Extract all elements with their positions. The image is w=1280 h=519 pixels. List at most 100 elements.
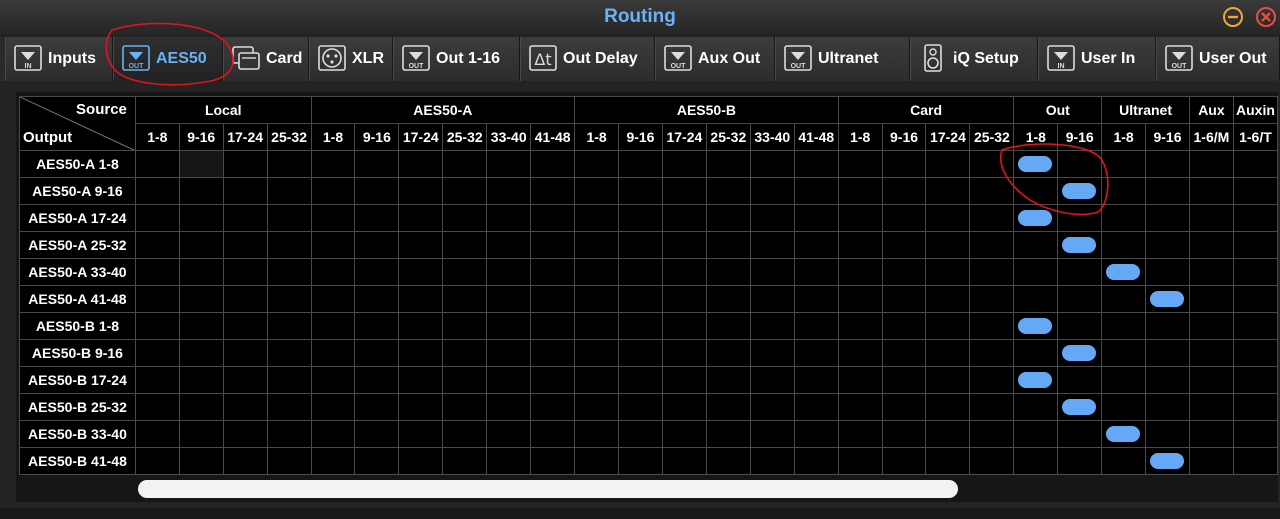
routing-cell[interactable]: [486, 285, 532, 313]
routing-cell[interactable]: [310, 339, 356, 367]
routing-cell[interactable]: [1232, 447, 1279, 475]
routing-cell[interactable]: [1188, 231, 1234, 259]
routing-cell[interactable]: [530, 339, 576, 367]
route-selected-indicator[interactable]: [1106, 264, 1141, 280]
routing-cell[interactable]: [486, 420, 532, 448]
routing-cell[interactable]: [574, 420, 619, 448]
routing-cell[interactable]: [881, 393, 927, 421]
routing-cell[interactable]: [1145, 366, 1190, 394]
routing-cell[interactable]: [178, 447, 224, 475]
routing-cell[interactable]: [222, 420, 268, 448]
routing-cell[interactable]: [1232, 420, 1279, 448]
routing-cell[interactable]: [134, 258, 180, 286]
routing-cell[interactable]: [705, 285, 751, 313]
routing-cell[interactable]: [618, 285, 663, 313]
routing-cell[interactable]: [705, 393, 751, 421]
routing-cell[interactable]: [925, 447, 971, 475]
routing-cell[interactable]: [266, 231, 312, 259]
routing-cell[interactable]: [1232, 312, 1279, 340]
routing-cell[interactable]: [793, 366, 839, 394]
routing-cell[interactable]: [134, 231, 180, 259]
routing-cell[interactable]: [749, 285, 795, 313]
routing-cell[interactable]: [310, 204, 356, 232]
routing-cell[interactable]: [881, 366, 927, 394]
routing-cell[interactable]: [661, 177, 707, 205]
routing-cell[interactable]: [1188, 204, 1234, 232]
routing-cell[interactable]: [969, 420, 1015, 448]
routing-cell[interactable]: [749, 420, 795, 448]
routing-cell[interactable]: [134, 339, 180, 367]
route-selected-indicator[interactable]: [1106, 426, 1141, 442]
tab-iq-setup[interactable]: iQ Setup: [910, 37, 1038, 81]
routing-cell[interactable]: [442, 177, 488, 205]
routing-cell[interactable]: [134, 312, 180, 340]
routing-cell[interactable]: [837, 285, 883, 313]
routing-cell[interactable]: [574, 177, 619, 205]
routing-cell[interactable]: [1057, 420, 1103, 448]
routing-cell[interactable]: [1232, 150, 1279, 178]
routing-cell[interactable]: [793, 204, 839, 232]
routing-cell[interactable]: [705, 312, 751, 340]
routing-cell[interactable]: [266, 312, 312, 340]
routing-cell[interactable]: [837, 231, 883, 259]
routing-cell[interactable]: [705, 447, 751, 475]
route-selected-indicator[interactable]: [1062, 345, 1097, 361]
routing-cell[interactable]: [1145, 231, 1190, 259]
routing-cell[interactable]: [1232, 231, 1279, 259]
routing-cell[interactable]: [881, 420, 927, 448]
routing-cell[interactable]: [1101, 150, 1147, 178]
routing-cell[interactable]: [486, 393, 532, 421]
routing-cell[interactable]: [661, 447, 707, 475]
routing-cell[interactable]: [1057, 285, 1103, 313]
routing-cell[interactable]: [1145, 312, 1190, 340]
routing-cell[interactable]: [354, 231, 400, 259]
routing-cell[interactable]: [398, 447, 444, 475]
routing-cell[interactable]: [925, 177, 971, 205]
routing-cell[interactable]: [134, 447, 180, 475]
routing-cell[interactable]: [134, 393, 180, 421]
routing-cell[interactable]: [749, 366, 795, 394]
routing-cell[interactable]: [442, 312, 488, 340]
routing-cell[interactable]: [925, 150, 971, 178]
routing-cell[interactable]: [574, 366, 619, 394]
routing-cell[interactable]: [1013, 420, 1059, 448]
routing-cell[interactable]: [1101, 204, 1147, 232]
routing-cell[interactable]: [354, 420, 400, 448]
routing-cell[interactable]: [749, 177, 795, 205]
routing-cell[interactable]: [1145, 258, 1190, 286]
routing-cell[interactable]: [1188, 393, 1234, 421]
routing-cell[interactable]: [1232, 285, 1279, 313]
routing-cell[interactable]: [178, 339, 224, 367]
routing-cell[interactable]: [1101, 420, 1147, 448]
routing-cell[interactable]: [749, 393, 795, 421]
routing-cell[interactable]: [222, 366, 268, 394]
routing-cell[interactable]: [398, 366, 444, 394]
routing-cell[interactable]: [793, 231, 839, 259]
routing-cell[interactable]: [1232, 366, 1279, 394]
routing-cell[interactable]: [574, 447, 619, 475]
route-selected-indicator[interactable]: [1062, 183, 1097, 199]
routing-cell[interactable]: [442, 285, 488, 313]
routing-cell[interactable]: [925, 393, 971, 421]
routing-cell[interactable]: [661, 312, 707, 340]
routing-cell[interactable]: [574, 258, 619, 286]
routing-cell[interactable]: [837, 339, 883, 367]
routing-cell[interactable]: [1188, 366, 1234, 394]
routing-cell[interactable]: [222, 393, 268, 421]
routing-cell[interactable]: [793, 258, 839, 286]
routing-cell[interactable]: [398, 231, 444, 259]
routing-cell[interactable]: [1101, 339, 1147, 367]
routing-cell[interactable]: [1188, 339, 1234, 367]
routing-cell[interactable]: [222, 231, 268, 259]
routing-cell[interactable]: [398, 420, 444, 448]
routing-cell[interactable]: [1057, 312, 1103, 340]
routing-cell[interactable]: [1013, 150, 1059, 178]
tab-out-delay[interactable]: Δt Out Delay: [520, 37, 655, 81]
routing-cell[interactable]: [705, 177, 751, 205]
routing-cell[interactable]: [705, 366, 751, 394]
routing-cell[interactable]: [881, 447, 927, 475]
routing-cell[interactable]: [661, 231, 707, 259]
routing-cell[interactable]: [661, 366, 707, 394]
routing-cell[interactable]: [881, 312, 927, 340]
routing-cell[interactable]: [486, 177, 532, 205]
